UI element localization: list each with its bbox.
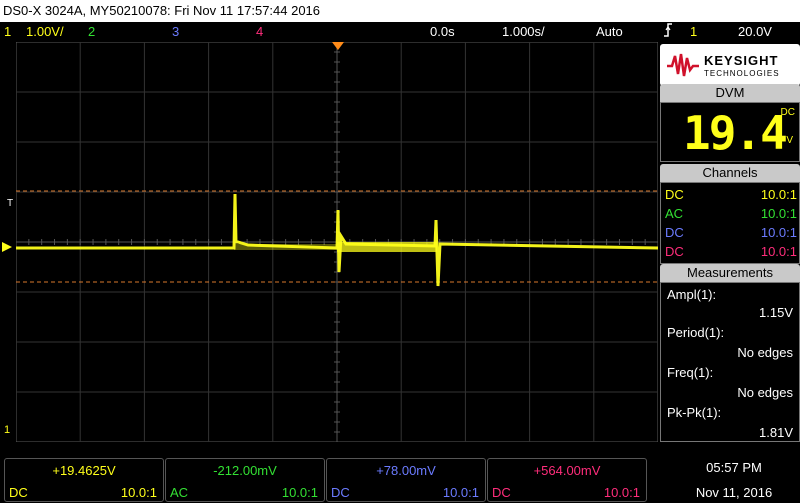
channel-coupling: DC xyxy=(665,187,684,202)
dvm-reading: 19.4 xyxy=(683,106,788,160)
channel-probe: 10.0:1 xyxy=(760,187,797,202)
ch2-probe: 10.0:1 xyxy=(281,485,318,500)
ch3-coupling: DC xyxy=(331,485,350,500)
measurement-label: Period(1): xyxy=(667,325,725,340)
ch2-value: -212.00mV xyxy=(213,463,277,478)
ch1-ground-marker[interactable] xyxy=(2,242,12,252)
measurement-value: 1.15V xyxy=(759,305,793,320)
status-bar: 1 1.00V/ 2 3 4 0.0s 1.000s/ Auto 1 20.0V xyxy=(0,22,800,42)
ch1-number[interactable]: 1 xyxy=(4,22,11,42)
dvm-header[interactable]: DVM xyxy=(660,84,800,102)
ch1-readout[interactable]: +19.4625V DC 10.0:1 xyxy=(4,458,164,502)
channel-probe: 10.0:1 xyxy=(760,244,797,259)
channel-coupling: DC xyxy=(665,244,684,259)
ch2-readout[interactable]: -212.00mV AC 10.0:1 xyxy=(165,458,325,502)
measurements-header[interactable]: Measurements xyxy=(660,264,800,282)
channel-row-1[interactable]: DC 10.0:1 xyxy=(661,185,800,204)
window-title: DS0-X 3024A, MY50210078: Fri Nov 11 17:5… xyxy=(3,3,321,18)
measurement-value: No edges xyxy=(737,385,793,400)
ch1-trace-noise-band xyxy=(337,242,437,252)
dvm-coupling: DC xyxy=(780,107,795,118)
ch1-value: +19.4625V xyxy=(52,463,116,478)
ch1-scale[interactable]: 1.00V/ xyxy=(26,22,64,42)
channel-probe: 10.0:1 xyxy=(760,225,797,240)
waveform-graticule xyxy=(16,42,658,442)
ch4-number[interactable]: 4 xyxy=(256,22,263,42)
trigger-position-marker[interactable] xyxy=(332,42,344,50)
ch1-trace-noise-band xyxy=(234,244,337,250)
measurement-label: Freq(1): xyxy=(667,365,714,380)
trigger-edge-icon xyxy=(662,22,674,44)
ch1-bottom-marker: 1 xyxy=(4,424,11,436)
ch1-probe: 10.0:1 xyxy=(120,485,157,500)
logo-technologies-text: TECHNOLOGIES xyxy=(704,69,780,78)
ch4-probe: 10.0:1 xyxy=(603,485,640,500)
ch3-number[interactable]: 3 xyxy=(172,22,179,42)
trigger-mode[interactable]: Auto xyxy=(596,22,623,42)
ch3-probe: 10.0:1 xyxy=(442,485,479,500)
clock-time: 05:57 PM xyxy=(706,460,762,475)
measurements-panel: Ampl(1): 1.15V Period(1): No edges Freq(… xyxy=(660,282,800,442)
measurement-value: 1.81V xyxy=(759,425,793,440)
ch4-readout[interactable]: +564.00mV DC 10.0:1 xyxy=(487,458,647,502)
ch3-readout[interactable]: +78.00mV DC 10.0:1 xyxy=(326,458,486,502)
measurement-label: Ampl(1): xyxy=(667,287,717,302)
channel-row-3[interactable]: DC 10.0:1 xyxy=(661,223,800,242)
time-offset[interactable]: 0.0s xyxy=(430,22,455,42)
ch4-coupling: DC xyxy=(492,485,511,500)
channel-coupling: AC xyxy=(665,206,684,221)
clock: 05:57 PM Nov 11, 2016 xyxy=(668,460,800,500)
clock-date: Nov 11, 2016 xyxy=(695,485,773,500)
measurement-label: Pk-Pk(1): xyxy=(667,405,722,420)
channel-row-4[interactable]: DC 10.0:1 xyxy=(661,242,800,261)
bottom-channel-bar: +19.4625V DC 10.0:1 -212.00mV AC 10.0:1 … xyxy=(0,456,800,503)
ch1-coupling: DC xyxy=(9,485,28,500)
ch3-value: +78.00mV xyxy=(376,463,436,478)
channel-coupling: DC xyxy=(665,225,684,240)
channels-panel: DC 10.0:1 AC 10.0:1 DC 10.0:1 DC 10.0:1 xyxy=(660,182,800,264)
side-panel: KEYSIGHT TECHNOLOGIES DVM 19.4 DC V Chan… xyxy=(660,42,800,442)
time-scale[interactable]: 1.000s/ xyxy=(502,22,545,42)
waveform-display[interactable] xyxy=(16,42,658,442)
channel-row-2[interactable]: AC 10.0:1 xyxy=(661,204,800,223)
ch4-value: +564.00mV xyxy=(533,463,601,478)
dvm-panel: 19.4 DC V xyxy=(660,102,800,162)
trigger-level-marker: T xyxy=(7,198,14,209)
keysight-logo: KEYSIGHT TECHNOLOGIES xyxy=(660,44,800,86)
trigger-source[interactable]: 1 xyxy=(690,22,697,42)
measurement-value: No edges xyxy=(737,345,793,360)
ch2-number[interactable]: 2 xyxy=(88,22,95,42)
dvm-unit: V xyxy=(786,135,793,146)
logo-keysight-text: KEYSIGHT xyxy=(704,53,779,68)
window-title-bar: DS0-X 3024A, MY50210078: Fri Nov 11 17:5… xyxy=(0,0,800,22)
trigger-level[interactable]: 20.0V xyxy=(738,22,772,42)
channels-header[interactable]: Channels xyxy=(660,164,800,182)
ch2-coupling: AC xyxy=(170,485,189,500)
channel-probe: 10.0:1 xyxy=(760,206,797,221)
keysight-wave-icon xyxy=(667,53,699,77)
